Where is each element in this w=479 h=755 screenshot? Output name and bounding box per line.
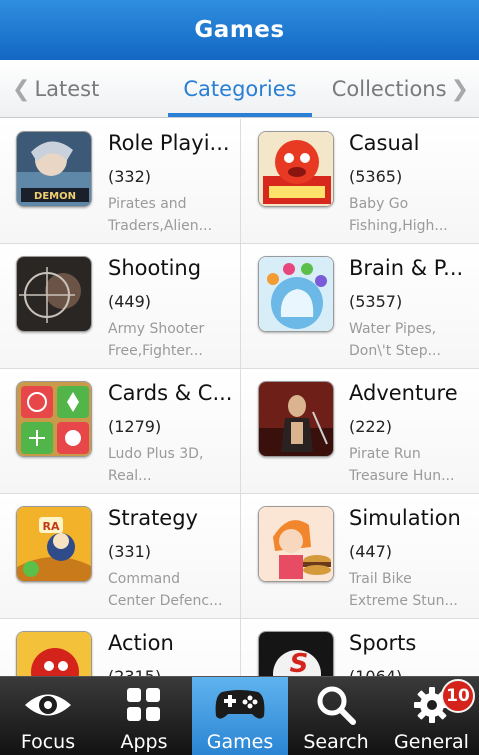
nav-label: General	[394, 731, 469, 753]
adventure-thumbnail	[258, 381, 334, 457]
category-count: (449)	[108, 292, 152, 311]
tab-collections-label: Collections	[331, 77, 447, 101]
category-name: Adventure	[349, 381, 458, 405]
gamepad-icon	[192, 683, 288, 727]
category-description: Pirates and Traders,Alien...	[108, 193, 238, 237]
category-description-line: Pirates and	[108, 196, 187, 212]
tab-categories[interactable]: Categories	[150, 60, 330, 118]
category-description-line: Water Pipes,	[349, 321, 437, 337]
category-cell-role-playing[interactable]: DEMON Role Playi... (332) Pirates and Tr…	[0, 119, 240, 244]
active-tab-indicator	[168, 113, 312, 117]
simulation-thumbnail	[258, 506, 334, 582]
category-name: Simulation	[349, 506, 461, 530]
category-description-line: Army Shooter	[108, 321, 205, 337]
svg-text:RA: RA	[43, 520, 60, 533]
category-description: Army Shooter Free,Fighter...	[108, 318, 238, 362]
nav-label: Games	[206, 731, 274, 753]
category-cell-cards-casino[interactable]: Cards & C... (1279) Ludo Plus 3D, Real..…	[0, 369, 240, 494]
category-description: Trail Bike Extreme Stun...	[349, 568, 479, 612]
category-count: (331)	[108, 542, 152, 561]
apps-grid-icon	[96, 683, 192, 727]
category-description: Command Center Defenc...	[108, 568, 238, 612]
page-title: Games	[194, 17, 285, 43]
category-grid: DEMON Role Playi... (332) Pirates and Tr…	[0, 119, 479, 676]
category-description-line: Fishing,High...	[349, 218, 448, 234]
category-name: Cards & C...	[108, 381, 233, 405]
category-description-line: Trail Bike	[349, 571, 412, 587]
category-description-line: Traders,Alien...	[108, 218, 213, 234]
category-description-line: Don\'t Step...	[349, 343, 441, 359]
category-description-line: Ludo Plus 3D,	[108, 446, 204, 462]
category-description-line: Baby Go	[349, 196, 409, 212]
category-count: (447)	[349, 542, 393, 561]
tab-collections[interactable]: Collections ❯	[332, 60, 473, 118]
nav-general[interactable]: 10 General	[384, 677, 479, 755]
category-description-line: Real...	[108, 468, 152, 484]
tab-latest[interactable]: ❮ Latest	[8, 60, 99, 118]
category-name: Sports	[349, 631, 417, 655]
svg-text:S: S	[290, 649, 309, 676]
category-count: (222)	[349, 417, 393, 436]
nav-focus[interactable]: Focus	[0, 677, 96, 755]
category-description: Water Pipes, Don\'t Step...	[349, 318, 479, 362]
nav-games[interactable]: Games	[192, 677, 288, 755]
casual-thumbnail	[258, 131, 334, 207]
nav-apps[interactable]: Apps	[96, 677, 192, 755]
category-cell-simulation[interactable]: Simulation (447) Trail Bike Extreme Stun…	[240, 494, 479, 619]
notification-badge: 10	[441, 679, 475, 713]
sports-thumbnail: S	[258, 631, 334, 676]
category-name: Strategy	[108, 506, 198, 530]
category-count: (1279)	[108, 417, 162, 436]
category-count: (2315)	[108, 667, 161, 676]
eye-icon	[0, 683, 96, 727]
category-description-line: Extreme Stun...	[349, 593, 458, 609]
category-description-line: Free,Fighter...	[108, 343, 203, 359]
category-cell-action[interactable]: Action (2315)	[0, 619, 240, 676]
category-count: (5357)	[349, 292, 403, 311]
nav-label: Apps	[120, 731, 168, 753]
category-cell-brain-puzzle[interactable]: Brain & P... (5357) Water Pipes, Don\'t …	[240, 244, 479, 369]
strategy-thumbnail: RA	[16, 506, 92, 582]
search-icon	[288, 683, 384, 727]
category-cell-adventure[interactable]: Adventure (222) Pirate Run Treasure Hun.…	[240, 369, 479, 494]
category-description-line: Center Defenc...	[108, 593, 223, 609]
category-description: Baby Go Fishing,High...	[349, 193, 479, 237]
chevron-right-icon: ❯	[450, 76, 469, 102]
category-description-line: Pirate Run	[349, 446, 421, 462]
cards-casino-thumbnail	[16, 381, 92, 457]
category-name: Role Playi...	[108, 131, 230, 155]
category-cell-strategy[interactable]: RA Strategy (331) Command Center Defenc.…	[0, 494, 240, 619]
category-description-line: Command	[108, 571, 180, 587]
category-cell-casual[interactable]: Casual (5365) Baby Go Fishing,High...	[240, 119, 479, 244]
shooting-thumbnail	[16, 256, 92, 332]
category-count: (1064)	[349, 667, 402, 676]
bottom-navigation: Focus Apps Games Search 10 General	[0, 676, 479, 755]
nav-search[interactable]: Search	[288, 677, 384, 755]
category-description: Pirate Run Treasure Hun...	[349, 443, 479, 487]
title-bar: Games	[0, 0, 479, 60]
category-description: Ludo Plus 3D, Real...	[108, 443, 238, 487]
category-name: Casual	[349, 131, 420, 155]
category-cell-shooting[interactable]: Shooting (449) Army Shooter Free,Fighter…	[0, 244, 240, 369]
brain-puzzle-thumbnail	[258, 256, 334, 332]
tab-latest-label: Latest	[34, 77, 100, 101]
category-count: (5365)	[349, 167, 403, 186]
category-count: (332)	[108, 167, 152, 186]
role-playing-thumbnail: DEMON	[16, 131, 92, 207]
nav-label: Focus	[20, 731, 76, 753]
category-name: Action	[108, 631, 174, 655]
category-name: Brain & P...	[349, 256, 464, 280]
tab-categories-label: Categories	[183, 77, 297, 101]
action-thumbnail	[16, 631, 92, 676]
category-description-line: Treasure Hun...	[349, 468, 455, 484]
nav-label: Search	[303, 731, 369, 753]
category-cell-sports[interactable]: S Sports (1064)	[240, 619, 479, 676]
category-name: Shooting	[108, 256, 202, 280]
chevron-left-icon: ❮	[12, 76, 31, 102]
svg-text:DEMON: DEMON	[34, 191, 76, 202]
category-tab-bar: ❮ Latest Categories Collections ❯	[0, 60, 479, 118]
